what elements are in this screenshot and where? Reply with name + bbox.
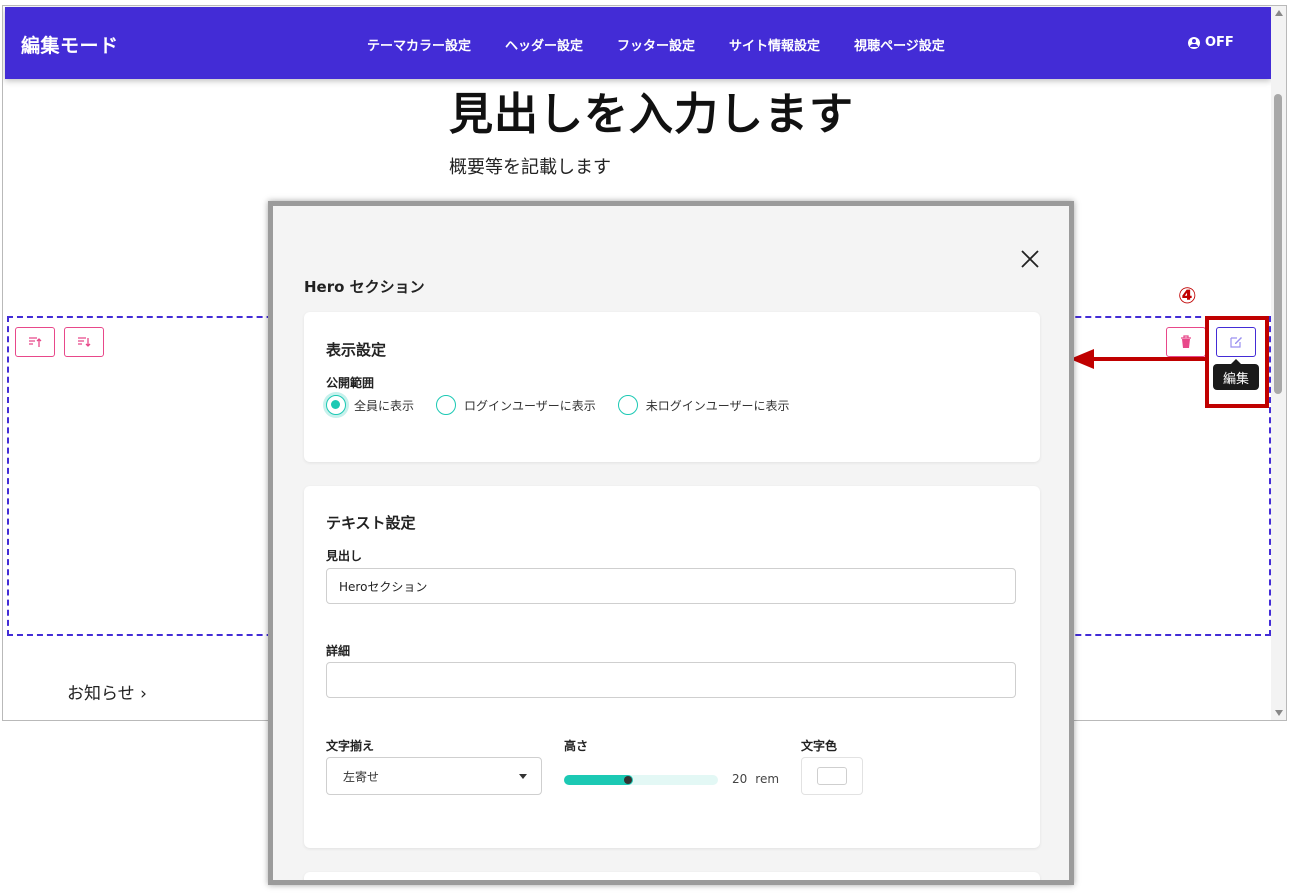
trash-icon xyxy=(1181,335,1191,348)
text-color-label: 文字色 xyxy=(801,739,838,753)
hero-heading: 見出しを入力します xyxy=(449,89,854,140)
news-link-label: お知らせ xyxy=(67,684,135,704)
radio-everyone-label: 全員に表示 xyxy=(354,398,415,413)
detail-input[interactable] xyxy=(326,662,1016,698)
vertical-scrollbar[interactable] xyxy=(1271,6,1286,720)
next-settings-card xyxy=(304,872,1040,880)
sort-down-icon xyxy=(78,337,91,347)
scroll-down-arrow-icon[interactable] xyxy=(1275,710,1283,716)
delete-section-button[interactable] xyxy=(1166,327,1206,357)
height-value: 20 rem xyxy=(732,772,779,786)
nav-header-settings[interactable]: ヘッダー設定 xyxy=(505,35,583,54)
text-settings-card: テキスト設定 見出し Heroセクション 詳細 文字揃え 左寄せ 高さ 20 r… xyxy=(304,486,1040,848)
visibility-label: 公開範囲 xyxy=(326,376,375,390)
edit-tooltip: 編集 xyxy=(1213,359,1259,390)
hero-section-modal: Hero セクション 表示設定 公開範囲 全員に表示 ログインユーザーに表示 未… xyxy=(268,201,1074,885)
scroll-thumb[interactable] xyxy=(1274,94,1282,394)
news-link[interactable]: お知らせ › xyxy=(67,679,147,704)
text-color-picker[interactable] xyxy=(801,757,863,795)
step-number-annotation: ④ xyxy=(1178,284,1197,309)
heading-label: 見出し xyxy=(326,549,363,563)
radio-logged-in[interactable]: ログインユーザーに表示 xyxy=(436,395,596,415)
settings-nav: テーマカラー設定 ヘッダー設定 フッター設定 サイト情報設定 視聴ページ設定 xyxy=(367,35,945,54)
radio-logged-out-label: 未ログインユーザーに表示 xyxy=(645,398,790,413)
radio-unchecked-icon xyxy=(436,395,457,415)
text-align-value: 左寄せ xyxy=(343,769,380,784)
caret-down-icon xyxy=(519,774,527,779)
text-align-label: 文字揃え xyxy=(326,739,375,753)
radio-unchecked-icon xyxy=(617,395,638,415)
sort-up-icon xyxy=(29,337,42,347)
radio-everyone[interactable]: 全員に表示 xyxy=(326,395,414,415)
radio-logged-in-label: ログインユーザーに表示 xyxy=(464,398,596,413)
height-number: 20 xyxy=(732,772,748,786)
nav-theme-color[interactable]: テーマカラー設定 xyxy=(367,35,471,54)
user-circle-icon xyxy=(1188,36,1200,49)
radio-logged-out[interactable]: 未ログインユーザーに表示 xyxy=(617,395,790,415)
display-settings-card: 表示設定 公開範囲 全員に表示 ログインユーザーに表示 未ログインユーザーに表示 xyxy=(304,312,1040,462)
detail-label: 詳細 xyxy=(326,644,351,658)
hero-description: 概要等を記載します xyxy=(449,157,611,178)
mode-toggle-label: OFF xyxy=(1205,35,1234,50)
nav-footer-settings[interactable]: フッター設定 xyxy=(617,35,695,54)
move-up-button[interactable] xyxy=(15,327,55,357)
arrow-annotation-line xyxy=(1092,357,1207,361)
height-slider[interactable] xyxy=(564,775,718,785)
close-modal-button[interactable] xyxy=(1015,244,1045,274)
move-down-button[interactable] xyxy=(64,327,104,357)
height-slider-fill xyxy=(564,775,634,785)
text-settings-title: テキスト設定 xyxy=(326,514,416,532)
scroll-up-arrow-icon[interactable] xyxy=(1275,10,1283,16)
close-icon xyxy=(1021,250,1039,268)
heading-input[interactable]: Heroセクション xyxy=(326,568,1016,604)
color-swatch xyxy=(817,767,847,785)
chevron-right-icon: › xyxy=(140,684,147,704)
editor-header: 編集モード テーマカラー設定 ヘッダー設定 フッター設定 サイト情報設定 視聴ペ… xyxy=(5,7,1271,79)
visibility-radio-group: 全員に表示 ログインユーザーに表示 未ログインユーザーに表示 xyxy=(326,395,812,415)
modal-title: Hero セクション xyxy=(304,278,425,296)
radio-checked-icon xyxy=(326,395,346,415)
nav-viewing-page[interactable]: 視聴ページ設定 xyxy=(854,35,945,54)
text-align-select[interactable]: 左寄せ xyxy=(326,757,542,795)
height-unit: rem xyxy=(755,772,780,786)
nav-site-info[interactable]: サイト情報設定 xyxy=(729,35,820,54)
edit-mode-toggle[interactable]: OFF xyxy=(1188,35,1234,50)
display-settings-title: 表示設定 xyxy=(326,341,387,359)
editor-mode-title: 編集モード xyxy=(21,35,119,57)
height-label: 高さ xyxy=(564,739,589,753)
